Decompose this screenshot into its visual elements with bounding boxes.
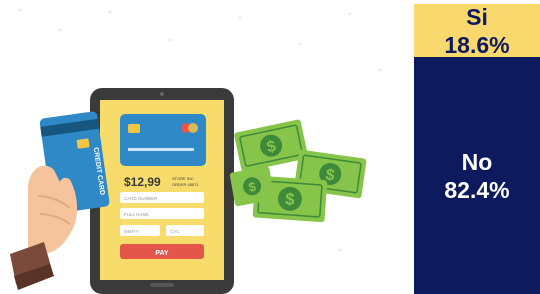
bar-segment-si: Si 18.6% bbox=[414, 3, 540, 58]
price-text: $12,99 bbox=[124, 175, 161, 189]
tablet: $12,99 STORE INC ORDER 45871 CARD NUMBER… bbox=[90, 88, 234, 294]
screen-card bbox=[120, 114, 206, 166]
tablet-camera bbox=[160, 92, 164, 96]
order-text: ORDER 45871 bbox=[172, 182, 199, 187]
cvc-placeholder: CVC bbox=[170, 229, 180, 234]
segment-category-label: No bbox=[461, 148, 493, 175]
money-symbol-3: $ bbox=[285, 190, 296, 210]
card-number-placeholder: CARD NUMBER bbox=[124, 196, 158, 201]
segment-category-label: Si bbox=[466, 3, 488, 30]
full-name-placeholder: FULL NAME bbox=[124, 212, 149, 217]
payment-illustration: $12,99 STORE INC ORDER 45871 CARD NUMBER… bbox=[10, 8, 382, 294]
tablet-home-button bbox=[150, 283, 174, 287]
money-bills: $ $ $ $ bbox=[229, 119, 367, 223]
segment-value-label: 18.6% bbox=[444, 31, 510, 58]
segment-value-label: 82.4% bbox=[444, 176, 510, 203]
pay-label: PAY bbox=[155, 250, 169, 257]
stacked-percentage-bar: Si 18.6% No 82.4% bbox=[414, 4, 540, 294]
screen-card-chip bbox=[128, 124, 140, 133]
expiry-placeholder: MM/YY bbox=[124, 229, 139, 234]
bar-segment-no: No 82.4% bbox=[414, 57, 540, 294]
store-text: STORE INC bbox=[172, 176, 194, 181]
